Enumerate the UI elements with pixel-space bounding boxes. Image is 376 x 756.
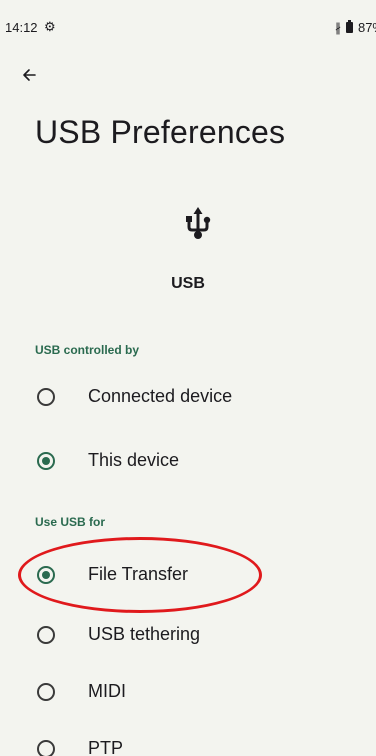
option-label: File Transfer (88, 564, 189, 584)
radio-button[interactable] (37, 388, 55, 406)
usb-icon (186, 207, 211, 239)
status-time: 14:12 (5, 20, 38, 35)
status-bar: 14:12 ⚙ ∦ 87% (0, 0, 376, 35)
option-label: This device (88, 450, 180, 470)
device-label: USB (171, 275, 205, 292)
usb-preferences-screen: 14:12 ⚙ ∦ 87% USB Preferences USB USB co… (0, 0, 376, 756)
radio-button-selected[interactable] (37, 566, 55, 584)
radio-button[interactable] (37, 683, 55, 701)
radio-button[interactable] (37, 626, 55, 644)
option-file-transfer[interactable]: File Transfer (0, 552, 376, 596)
option-label: USB tethering (88, 624, 201, 644)
gear-icon: ⚙ (44, 19, 56, 34)
status-icons: ∦ 87% (335, 20, 376, 35)
option-ptp[interactable]: PTP (0, 726, 376, 756)
section-header-controlled-by: USB controlled by (35, 343, 140, 357)
radio-button[interactable] (37, 740, 55, 756)
back-button[interactable] (22, 60, 56, 90)
option-label: PTP (88, 738, 124, 756)
section-header-use-usb-for: Use USB for (35, 515, 106, 529)
page-title: USB Preferences (35, 114, 286, 150)
battery-icon (345, 20, 353, 33)
option-usb-tethering[interactable]: USB tethering (0, 612, 376, 656)
arrow-back-icon (23, 69, 36, 81)
option-label: Connected device (88, 386, 233, 406)
option-midi[interactable]: MIDI (0, 669, 376, 713)
option-this-device[interactable]: This device (0, 438, 376, 482)
radio-button-selected[interactable] (37, 452, 55, 470)
battery-percent: 87% (357, 20, 376, 35)
option-label: MIDI (88, 681, 126, 701)
bluetooth-icon: ∦ (334, 20, 341, 35)
option-connected-device[interactable]: Connected device (0, 374, 376, 418)
